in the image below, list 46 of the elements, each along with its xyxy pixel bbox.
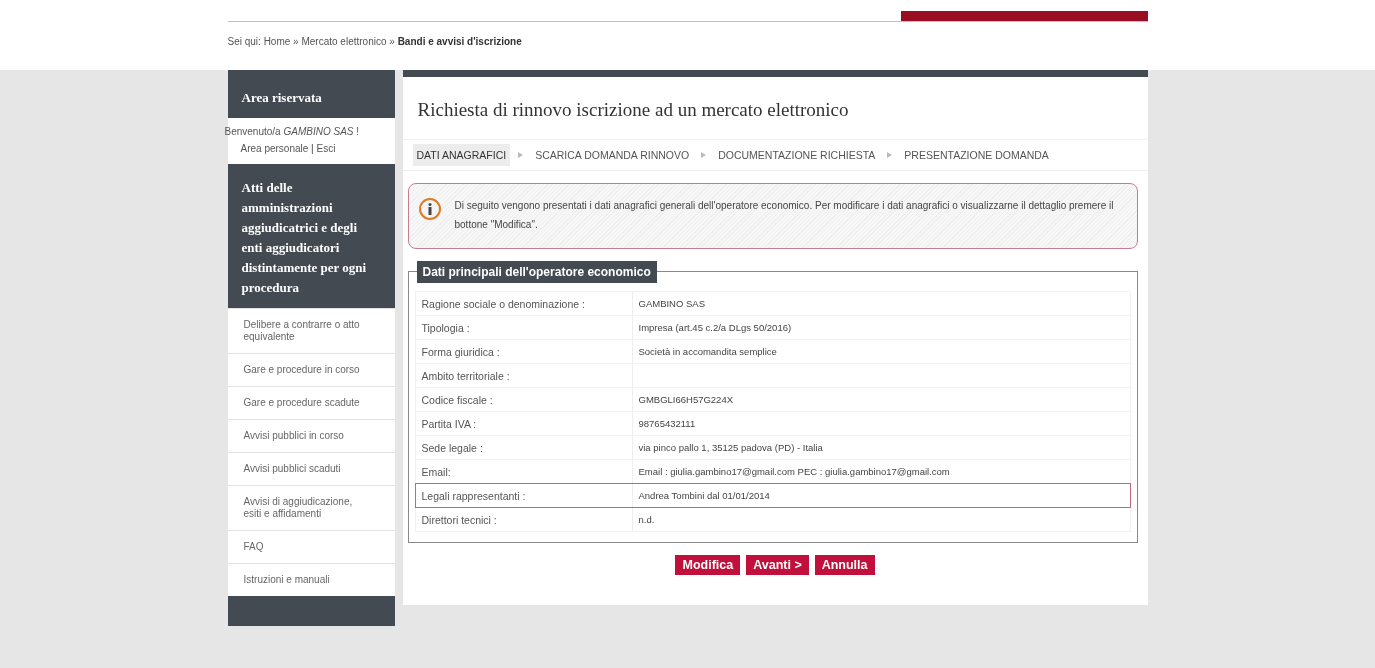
link-separator: | xyxy=(310,143,315,154)
wizard-step[interactable]: SCARICA DOMANDA RINNOVO xyxy=(531,144,694,166)
field-value: GMBGLI66H57G224X xyxy=(631,388,1130,411)
field-label: Email: xyxy=(420,465,452,480)
field-value: n.d. xyxy=(631,508,1130,531)
wizard-step[interactable]: PRESENTAZIONE DOMANDA xyxy=(900,144,1053,166)
field-label: Legali rappresentanti : xyxy=(420,489,527,504)
field-value: Società in accomandita semplice xyxy=(631,340,1130,363)
wizard-step[interactable]: DOCUMENTAZIONE RICHIESTA xyxy=(714,144,880,166)
field-label: Direttori tecnici : xyxy=(420,513,498,528)
sidebar-item[interactable]: Avvisi pubblici scaduti xyxy=(227,452,395,485)
breadcrumb-link[interactable]: Mercato elettronico xyxy=(301,36,387,47)
sidebar-item[interactable]: Delibere a contrarre o atto equivalente xyxy=(227,308,395,353)
welcome-text: Benvenuto/a GAMBINO SAS ! xyxy=(224,126,361,137)
action-button[interactable]: Annulla xyxy=(814,555,875,575)
field-value: Impresa (art.45 c.2/a DLgs 50/2016) xyxy=(631,316,1130,339)
field-value: 98765432111 xyxy=(631,412,1130,435)
breadcrumb: Sei qui: Home » Mercato elettronico » Bandi e avvisi d'iscrizione xyxy=(227,36,523,47)
field-label: Ragione sociale o denominazione : xyxy=(420,297,586,312)
field-value: GAMBINO SAS xyxy=(631,292,1130,315)
field-label: Codice fiscale : xyxy=(420,393,494,408)
field-label: Ambito territoriale : xyxy=(420,369,511,384)
action-button[interactable]: Modifica xyxy=(675,555,741,575)
page-title: Richiesta di rinnovo iscrizione ad un mercato elettronico xyxy=(416,98,850,122)
sidebar-heading: Area riservata xyxy=(227,70,395,118)
info-text: Di seguito vengono presentati i dati anagrafici generali dell'operatore economico. Per modificare i dati anagrafici o visualizzarne il dettaglio premere il bottone "Modifica". xyxy=(454,199,1115,232)
sidebar-item[interactable]: Gare e procedure in corso xyxy=(227,353,395,386)
sidebar-item[interactable]: Avvisi pubblici in corso xyxy=(227,419,395,452)
sidebar-heading: Atti delle amministrazioni aggiudicatrici e degli enti aggiudicatori distintamente per ogni procedura xyxy=(227,164,395,308)
sidebar-item[interactable]: Istruzioni e manuali xyxy=(227,563,395,596)
field-label: Partita IVA : xyxy=(420,417,478,432)
field-label: Tipologia : xyxy=(420,321,471,336)
fieldset-legend: Dati principali dell'operatore economico xyxy=(416,261,657,283)
sidebar-item[interactable]: Avvisi di aggiudicazione, esiti e affidamenti xyxy=(227,485,395,530)
field-label: Forma giuridica : xyxy=(420,345,501,360)
wizard-step[interactable]: DATI ANAGRAFICI xyxy=(412,144,511,166)
action-button[interactable]: Avanti > xyxy=(746,555,809,575)
sidebar-item[interactable]: Gare e procedure scadute xyxy=(227,386,395,419)
sidebar-link[interactable]: Esci xyxy=(316,143,336,154)
sidebar-link[interactable]: Area personale xyxy=(240,143,309,154)
breadcrumb-link[interactable]: Home xyxy=(263,36,291,47)
field-value: Email : giulia.gambino17@gmail.com PEC : giulia.gambino17@gmail.com xyxy=(631,460,1130,483)
sidebar-item[interactable]: FAQ xyxy=(227,530,395,563)
field-value: via pinco pallo 1, 35125 padova (PD) - Italia xyxy=(631,436,1130,459)
field-label: Sede legale : xyxy=(420,441,484,456)
field-value: Andrea Tombini dal 01/01/2014 xyxy=(631,484,1130,507)
